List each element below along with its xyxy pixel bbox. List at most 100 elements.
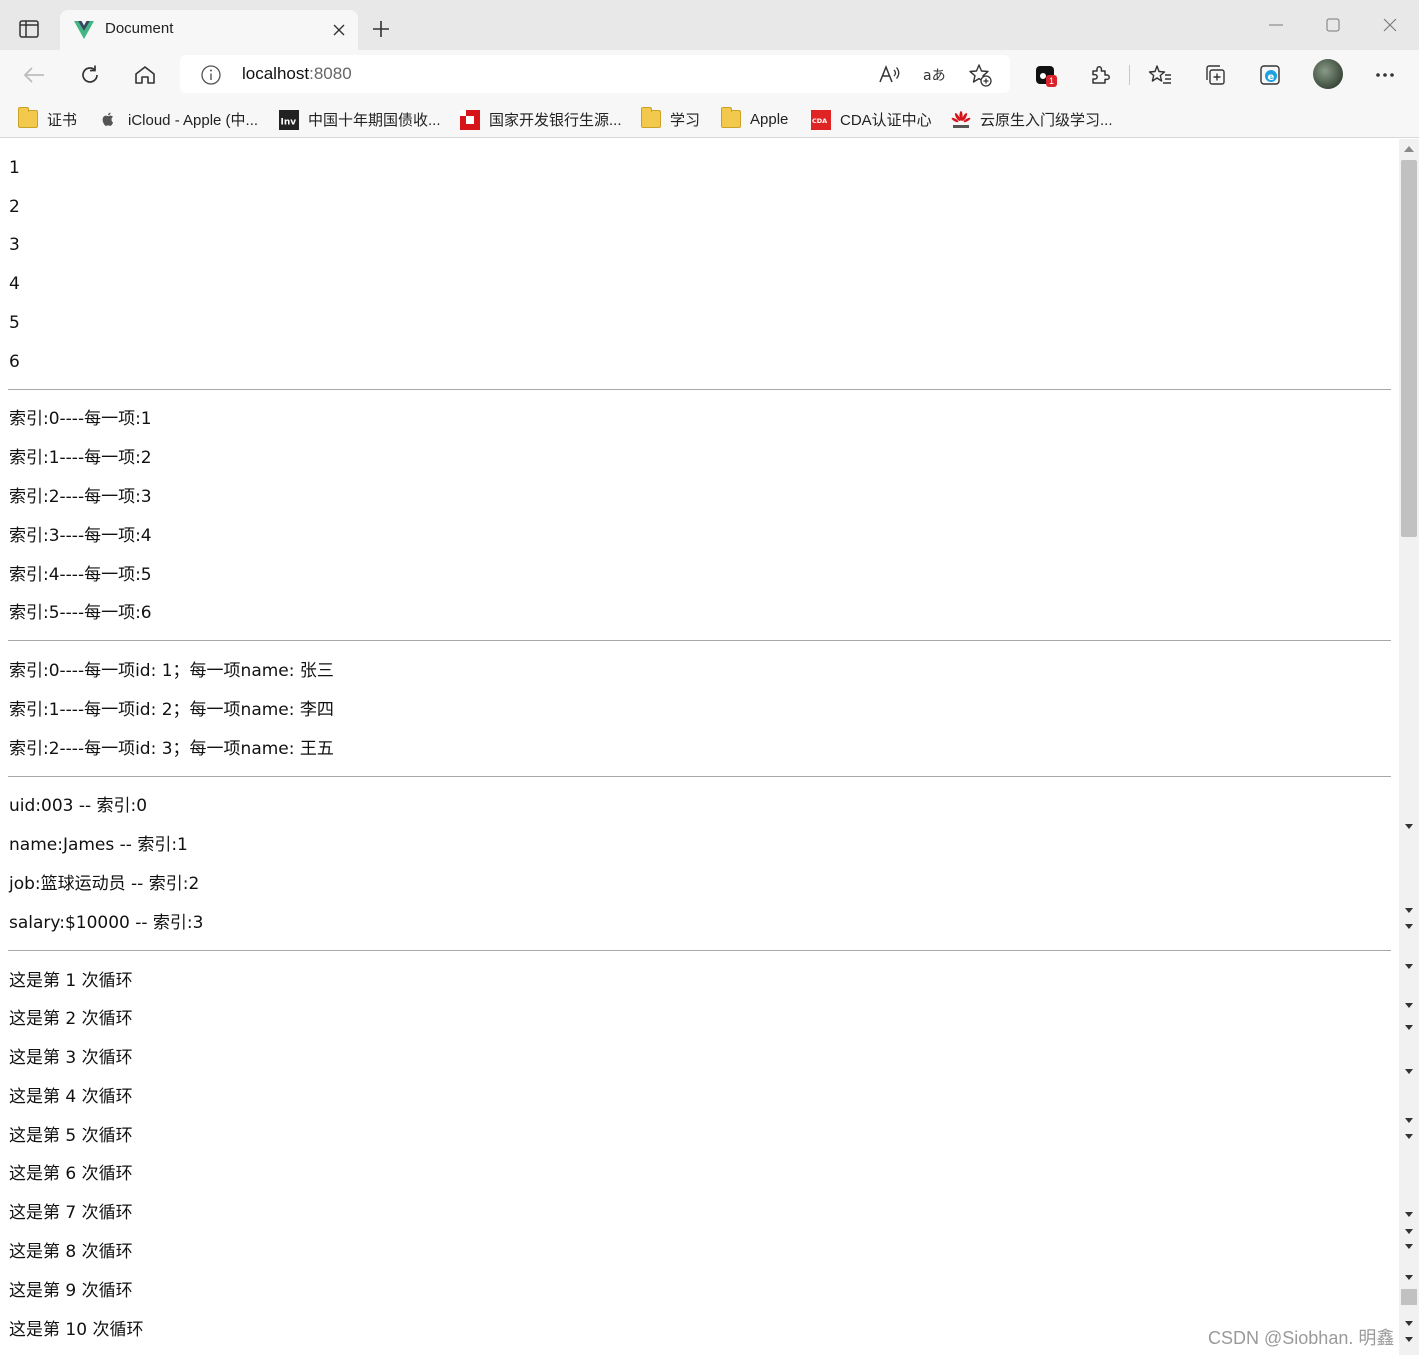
list-item: salary:$10000 -- 索引:3 xyxy=(9,913,204,933)
favorites-bar: 证书 iCloud - Apple (中... Inv 中国十年期国债收... … xyxy=(0,100,1419,138)
list-item: 索引:4----每一项:5 xyxy=(9,565,152,585)
favorite-label: 学习 xyxy=(670,111,701,129)
favorite-item[interactable]: 证书 xyxy=(18,105,77,133)
scroll-marker-icon xyxy=(1405,1321,1413,1326)
address-bar[interactable]: localhost:8080 aあ xyxy=(180,55,1010,93)
list-item: 索引:0----每一项id: 1；每一项name: 张三 xyxy=(9,661,334,681)
favorite-item[interactable]: 云原生入门级学习... xyxy=(951,105,1113,133)
favorite-item[interactable]: iCloud - Apple (中... xyxy=(99,105,258,133)
favorite-item[interactable]: 国家开发银行生源... xyxy=(460,105,622,133)
favorite-item[interactable]: CDA CDA认证中心 xyxy=(811,105,932,133)
folder-icon xyxy=(18,107,38,128)
maximize-icon[interactable] xyxy=(1320,14,1346,36)
inv-icon: Inv xyxy=(279,110,299,130)
url-port: :8080 xyxy=(309,64,352,83)
favorite-item[interactable]: Inv 中国十年期国债收... xyxy=(279,105,441,133)
back-arrow-icon[interactable] xyxy=(18,59,50,91)
favorite-label: iCloud - Apple (中... xyxy=(128,111,259,129)
list-item: 索引:1----每一项:2 xyxy=(9,448,152,468)
scroll-marker-icon xyxy=(1405,824,1413,829)
page-content: 1 2 3 4 5 6 索引:0----每一项:1 索引:1----每一项:2 … xyxy=(0,139,1399,1355)
extensions-puzzle-icon[interactable] xyxy=(1084,59,1116,91)
list-item: 这是第 1 次循环 xyxy=(9,971,133,991)
list-item: 索引:5----每一项:6 xyxy=(9,603,152,623)
tab-document[interactable]: Document xyxy=(60,10,358,50)
list-item: 这是第 6 次循环 xyxy=(9,1164,133,1184)
scroll-marker-icon xyxy=(1405,1069,1413,1074)
extension-badge: 1 xyxy=(1046,75,1058,87)
svg-text:aあ: aあ xyxy=(923,68,946,84)
scroll-marker-icon xyxy=(1405,1025,1413,1030)
apple-icon xyxy=(99,110,119,128)
tab-strip: Document xyxy=(0,0,1419,50)
read-aloud-icon[interactable] xyxy=(876,61,904,89)
cdb-icon xyxy=(460,110,480,130)
collections-icon[interactable] xyxy=(1199,59,1231,91)
favorite-label: CDA认证中心 xyxy=(840,111,932,129)
huawei-icon xyxy=(951,110,971,128)
add-favorite-icon[interactable] xyxy=(966,61,994,89)
vue-logo-icon xyxy=(74,21,94,39)
list-item: 这是第 7 次循环 xyxy=(9,1203,133,1223)
scroll-marker-icon xyxy=(1405,1229,1413,1234)
url-host: localhost xyxy=(242,64,310,83)
list-item: 这是第 2 次循环 xyxy=(9,1009,133,1029)
tab-actions-icon[interactable] xyxy=(14,14,44,44)
translate-icon[interactable]: aあ xyxy=(921,61,949,89)
browser-toolbar: localhost:8080 aあ 1 e xyxy=(0,50,1419,100)
new-tab-icon[interactable] xyxy=(368,16,394,42)
list-item: 这是第 10 次循环 xyxy=(9,1320,144,1340)
favorite-item[interactable]: Apple xyxy=(721,105,788,133)
scroll-marker-icon xyxy=(1405,1337,1413,1342)
list-item: 这是第 9 次循环 xyxy=(9,1281,133,1301)
list-item: 5 xyxy=(9,313,20,333)
favorite-label: 中国十年期国债收... xyxy=(308,111,441,129)
svg-text:e: e xyxy=(1268,72,1275,83)
divider xyxy=(8,776,1391,777)
scroll-marker-icon xyxy=(1405,924,1413,929)
list-item: 这是第 4 次循环 xyxy=(9,1087,133,1107)
scroll-marker-icon xyxy=(1405,1275,1413,1280)
scroll-marker-icon xyxy=(1405,1118,1413,1123)
favorite-item[interactable]: 学习 xyxy=(641,105,700,133)
minimize-icon[interactable] xyxy=(1263,14,1289,36)
ie-mode-icon[interactable]: e xyxy=(1254,59,1286,91)
list-item: 索引:1----每一项id: 2；每一项name: 李四 xyxy=(9,700,334,720)
favorite-label: Apple xyxy=(750,110,789,128)
watermark: CSDN @Siobhan. 明鑫 xyxy=(1208,1328,1395,1348)
list-item: 索引:2----每一项id: 3；每一项name: 王五 xyxy=(9,739,334,759)
list-item: 4 xyxy=(9,274,20,294)
profile-avatar[interactable] xyxy=(1313,59,1343,89)
divider xyxy=(8,389,1391,390)
list-item: 1 xyxy=(9,158,20,178)
favorite-label: 证书 xyxy=(47,111,78,129)
list-item: 6 xyxy=(9,352,20,372)
list-item: job:篮球运动员 -- 索引:2 xyxy=(9,874,200,894)
divider xyxy=(8,640,1391,641)
favorites-icon[interactable] xyxy=(1144,59,1176,91)
refresh-icon[interactable] xyxy=(74,59,106,91)
more-options-icon[interactable] xyxy=(1369,59,1401,91)
tab-title: Document xyxy=(105,20,174,37)
scrollbar-thumb[interactable] xyxy=(1401,160,1417,537)
url-text[interactable]: localhost:8080 xyxy=(242,64,352,84)
window-close-icon[interactable] xyxy=(1377,14,1403,36)
list-item: 索引:0----每一项:1 xyxy=(9,409,152,429)
list-item: 索引:3----每一项:4 xyxy=(9,526,152,546)
list-item: name:James -- 索引:1 xyxy=(9,835,188,855)
list-item: 这是第 5 次循环 xyxy=(9,1126,133,1146)
svg-text:CDA: CDA xyxy=(812,117,827,125)
tab-close-icon[interactable] xyxy=(330,21,348,39)
scroll-marker-icon xyxy=(1405,1134,1413,1139)
list-item: 索引:2----每一项:3 xyxy=(9,487,152,507)
scroll-up-arrow-icon[interactable] xyxy=(1404,146,1414,152)
list-item: 这是第 3 次循环 xyxy=(9,1048,133,1068)
vertical-scrollbar[interactable] xyxy=(1399,139,1419,1355)
scroll-marker-icon xyxy=(1405,908,1413,913)
site-info-icon[interactable] xyxy=(200,64,222,86)
divider xyxy=(8,950,1391,951)
home-icon[interactable] xyxy=(129,59,161,91)
favorite-label: 国家开发银行生源... xyxy=(489,111,622,129)
folder-icon xyxy=(641,107,661,128)
list-item: uid:003 -- 索引:0 xyxy=(9,796,148,816)
